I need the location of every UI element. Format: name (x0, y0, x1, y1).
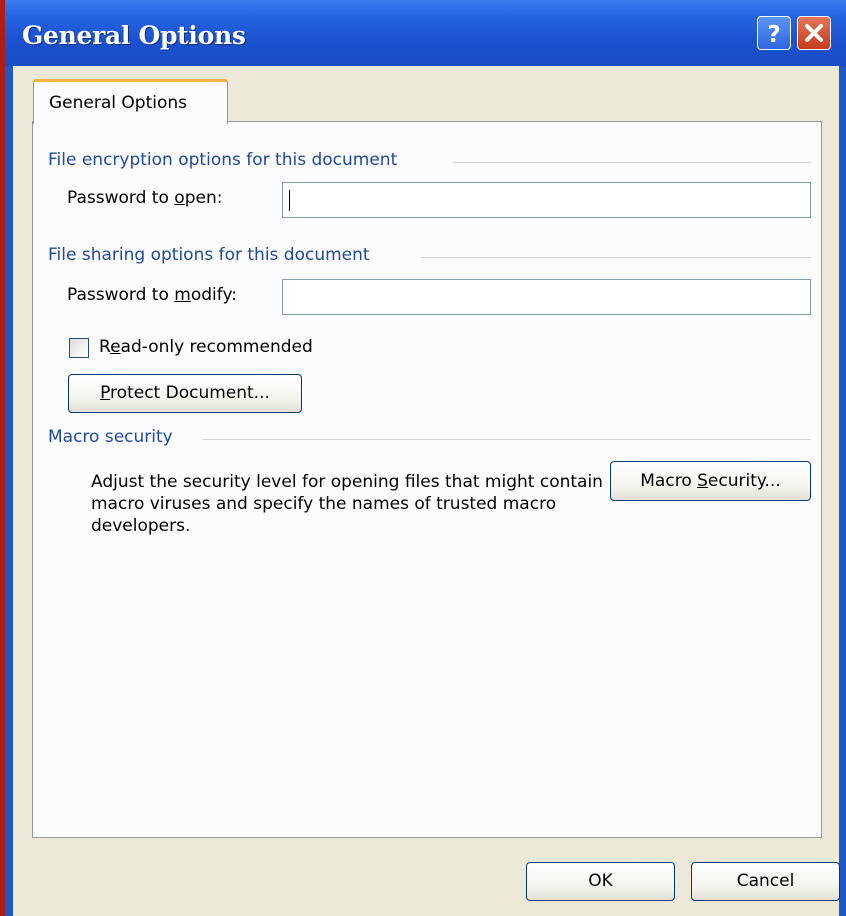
title-bar[interactable]: General Options ? (5, 0, 846, 66)
sharing-group-label: File sharing options for this document (48, 245, 370, 265)
close-button[interactable] (797, 16, 831, 50)
macro-group-rule (203, 439, 811, 440)
password-open-label: Password to open: (67, 188, 223, 208)
readonly-recommended-checkbox[interactable] (69, 338, 89, 358)
dialog-body: General Options File encryption options … (13, 66, 840, 916)
protect-document-button[interactable]: Protect Document... (68, 374, 302, 413)
password-modify-label: Password to modify: (67, 285, 237, 305)
encryption-group-rule (453, 162, 811, 163)
text-caret (289, 190, 290, 211)
tab-label: General Options (49, 93, 187, 113)
tab-general-options[interactable]: General Options (33, 79, 228, 124)
macro-group-label: Macro security (48, 427, 173, 447)
macro-security-button[interactable]: Macro Security... (610, 461, 811, 501)
svg-text:?: ? (767, 22, 780, 48)
macro-description: Adjust the security level for opening fi… (91, 472, 603, 536)
general-options-dialog: General Options ? General Options File e… (5, 0, 846, 916)
encryption-group-label: File encryption options for this documen… (48, 150, 398, 170)
password-modify-input[interactable] (282, 279, 811, 315)
password-open-input[interactable] (282, 182, 811, 218)
question-icon: ? (767, 22, 780, 48)
close-icon (805, 24, 823, 42)
cancel-button[interactable]: Cancel (691, 862, 840, 901)
dialog-title: General Options (22, 21, 246, 50)
readonly-recommended-label[interactable]: Read-only recommended (99, 337, 313, 357)
sharing-group-rule (421, 257, 811, 258)
ok-button[interactable]: OK (526, 862, 675, 901)
help-button[interactable]: ? (757, 16, 791, 50)
